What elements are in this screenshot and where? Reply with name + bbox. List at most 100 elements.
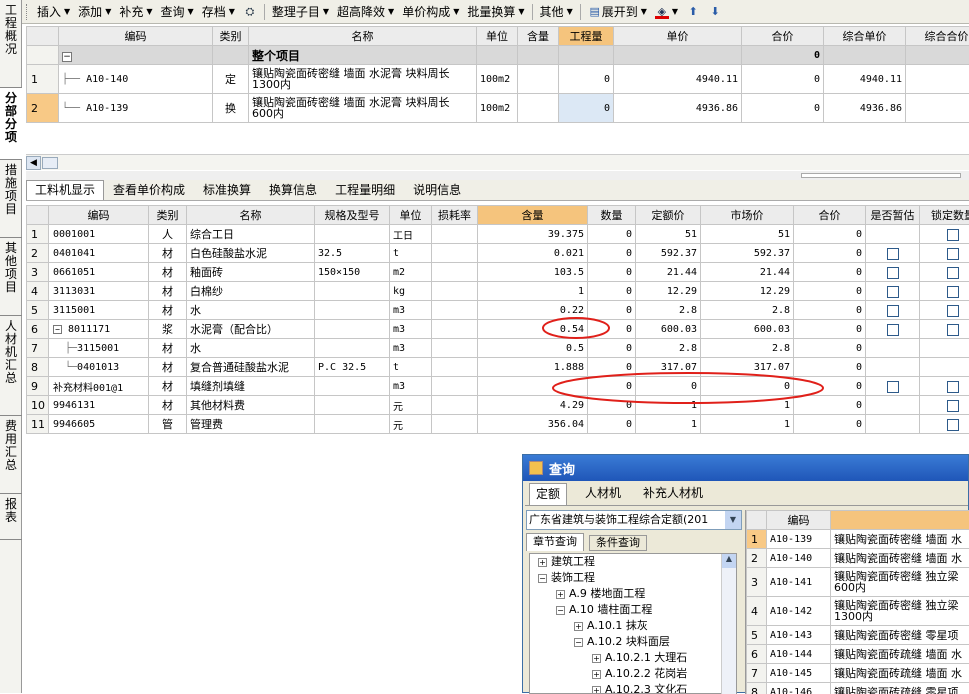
plus-icon[interactable]: + xyxy=(574,622,583,631)
dialog-tab-quota[interactable]: 定额 xyxy=(529,483,567,505)
material-name[interactable]: 白棉纱 xyxy=(187,282,315,301)
row-number[interactable]: 4 xyxy=(27,282,49,301)
item-comp-total[interactable]: 0 xyxy=(906,65,969,94)
add-button[interactable]: 添加▼ xyxy=(74,2,115,22)
material-quantity[interactable]: 0 xyxy=(588,396,636,415)
material-content[interactable]: 1 xyxy=(478,282,588,301)
result-name[interactable]: 镶贴陶瓷面砖疏缝 墙面 水 xyxy=(831,664,969,683)
lock-qty-cell[interactable] xyxy=(920,358,969,377)
lock-qty-checkbox[interactable] xyxy=(947,305,959,317)
item-type[interactable]: 定 xyxy=(213,65,249,94)
row-number[interactable]: 5 xyxy=(27,301,49,320)
material-unit[interactable]: t xyxy=(390,244,432,263)
result-name[interactable]: 镶贴陶瓷面砖疏缝 零星项 xyxy=(831,683,969,694)
material-code[interactable]: 3115001 xyxy=(49,301,149,320)
material-total[interactable]: 0 xyxy=(794,282,866,301)
tree-node[interactable]: −A.10.2 块料面层 xyxy=(530,634,736,650)
collapse-toggle[interactable]: − xyxy=(59,46,213,65)
col-header-provisional[interactable]: 是否暂估 xyxy=(866,206,920,225)
result-code[interactable]: A10-141 xyxy=(767,568,831,597)
material-unit[interactable]: m3 xyxy=(390,301,432,320)
result-row[interactable]: 3A10-141镶贴陶瓷面砖密缝 独立梁600内 xyxy=(747,568,969,597)
row-number[interactable]: 9 xyxy=(27,377,49,396)
tab-conversion-info[interactable]: 换算信息 xyxy=(260,180,326,200)
result-name[interactable]: 镶贴陶瓷面砖密缝 墙面 水 xyxy=(831,549,969,568)
item-unit-price[interactable]: 4940.11 xyxy=(614,65,742,94)
result-code[interactable]: A10-139 xyxy=(767,530,831,549)
material-unit[interactable]: 元 xyxy=(390,415,432,434)
plus-icon[interactable]: + xyxy=(592,670,601,679)
material-spec[interactable]: P.C 32.5 xyxy=(315,358,390,377)
material-spec[interactable] xyxy=(315,301,390,320)
material-type[interactable]: 人 xyxy=(149,225,187,244)
material-loss-rate[interactable] xyxy=(432,358,478,377)
result-name[interactable]: 镶贴陶瓷面砖密缝 墙面 水 xyxy=(831,530,969,549)
col-header-code[interactable]: 编码 xyxy=(49,206,149,225)
tab-quantity-details[interactable]: 工程量明细 xyxy=(326,180,404,200)
result-row[interactable]: 4A10-142镶贴陶瓷面砖密缝 独立梁1300内 xyxy=(747,597,969,626)
row-number[interactable]: 3 xyxy=(27,263,49,282)
item-name[interactable]: 镶贴陶瓷面砖密缝 墙面 水泥膏 块料周长600内 xyxy=(249,94,477,123)
minus-icon[interactable]: − xyxy=(574,638,583,647)
material-market-price[interactable]: 592.37 xyxy=(701,244,794,263)
col-header-quantity[interactable]: 工程量 xyxy=(559,27,614,46)
material-spec[interactable] xyxy=(315,339,390,358)
provisional-cell[interactable] xyxy=(866,396,920,415)
tree-node[interactable]: +A.10.2.3 文化石 xyxy=(530,682,736,694)
other-button[interactable]: 其他▼ xyxy=(536,2,577,22)
material-quantity[interactable]: 0 xyxy=(588,320,636,339)
material-loss-rate[interactable] xyxy=(432,415,478,434)
table-row[interactable]: 7├─3115001材水m30.502.82.80 xyxy=(27,339,969,358)
minus-icon[interactable]: − xyxy=(53,325,62,334)
material-code[interactable]: 0001001 xyxy=(49,225,149,244)
lock-qty-cell[interactable] xyxy=(920,339,969,358)
material-name[interactable]: 釉面砖 xyxy=(187,263,315,282)
col-header-unit-price[interactable]: 单价 xyxy=(614,27,742,46)
row-number[interactable]: 1 xyxy=(27,65,59,94)
material-unit[interactable]: t xyxy=(390,358,432,377)
material-base-price[interactable]: 21.44 xyxy=(636,263,701,282)
material-base-price[interactable]: 592.37 xyxy=(636,244,701,263)
scroll-left-icon[interactable]: ◀ xyxy=(26,156,41,170)
lock-qty-cell[interactable] xyxy=(920,320,969,339)
item-total[interactable]: 0 xyxy=(742,94,824,123)
material-loss-rate[interactable] xyxy=(432,377,478,396)
toolbar-grip[interactable] xyxy=(26,4,29,20)
row-number[interactable]: 1 xyxy=(747,530,767,549)
result-code[interactable]: A10-143 xyxy=(767,626,831,645)
provisional-checkbox[interactable] xyxy=(887,324,899,336)
material-name[interactable]: 管理费 xyxy=(187,415,315,434)
item-type[interactable]: 换 xyxy=(213,94,249,123)
chevron-down-icon[interactable]: ▼ xyxy=(725,511,741,529)
material-content[interactable]: 0.22 xyxy=(478,301,588,320)
lock-qty-cell[interactable] xyxy=(920,377,969,396)
lock-qty-checkbox[interactable] xyxy=(947,381,959,393)
material-code[interactable]: − 8011171 xyxy=(49,320,149,339)
tab-materials[interactable]: 工料机显示 xyxy=(26,180,104,200)
row-number[interactable]: 2 xyxy=(27,244,49,263)
material-unit[interactable]: m3 xyxy=(390,339,432,358)
material-code[interactable]: 3113031 xyxy=(49,282,149,301)
result-header-name[interactable]: 名称 xyxy=(831,511,969,530)
row-number[interactable]: 8 xyxy=(747,683,767,694)
row-number[interactable]: 11 xyxy=(27,415,49,434)
material-market-price[interactable]: 12.29 xyxy=(701,282,794,301)
provisional-cell[interactable] xyxy=(866,301,920,320)
lock-qty-cell[interactable] xyxy=(920,301,969,320)
row-number[interactable]: 5 xyxy=(747,626,767,645)
material-unit[interactable]: kg xyxy=(390,282,432,301)
provisional-cell[interactable] xyxy=(866,358,920,377)
material-quantity[interactable]: 0 xyxy=(588,282,636,301)
result-name[interactable]: 镶贴陶瓷面砖密缝 独立梁1300内 xyxy=(831,597,969,626)
col-header-type[interactable]: 类别 xyxy=(213,27,249,46)
table-row[interactable]: 2 └── A10-139 换 镶贴陶瓷面砖密缝 墙面 水泥膏 块料周长600内… xyxy=(27,94,969,123)
material-unit[interactable]: 元 xyxy=(390,396,432,415)
tree-node[interactable]: +A.10.2.1 大理石 xyxy=(530,650,736,666)
provisional-checkbox[interactable] xyxy=(887,267,899,279)
material-quantity[interactable]: 0 xyxy=(588,225,636,244)
material-content[interactable]: 0.5 xyxy=(478,339,588,358)
material-content[interactable]: 1.888 xyxy=(478,358,588,377)
tree-node[interactable]: +建筑工程 xyxy=(530,554,736,570)
result-code[interactable]: A10-142 xyxy=(767,597,831,626)
material-total[interactable]: 0 xyxy=(794,377,866,396)
